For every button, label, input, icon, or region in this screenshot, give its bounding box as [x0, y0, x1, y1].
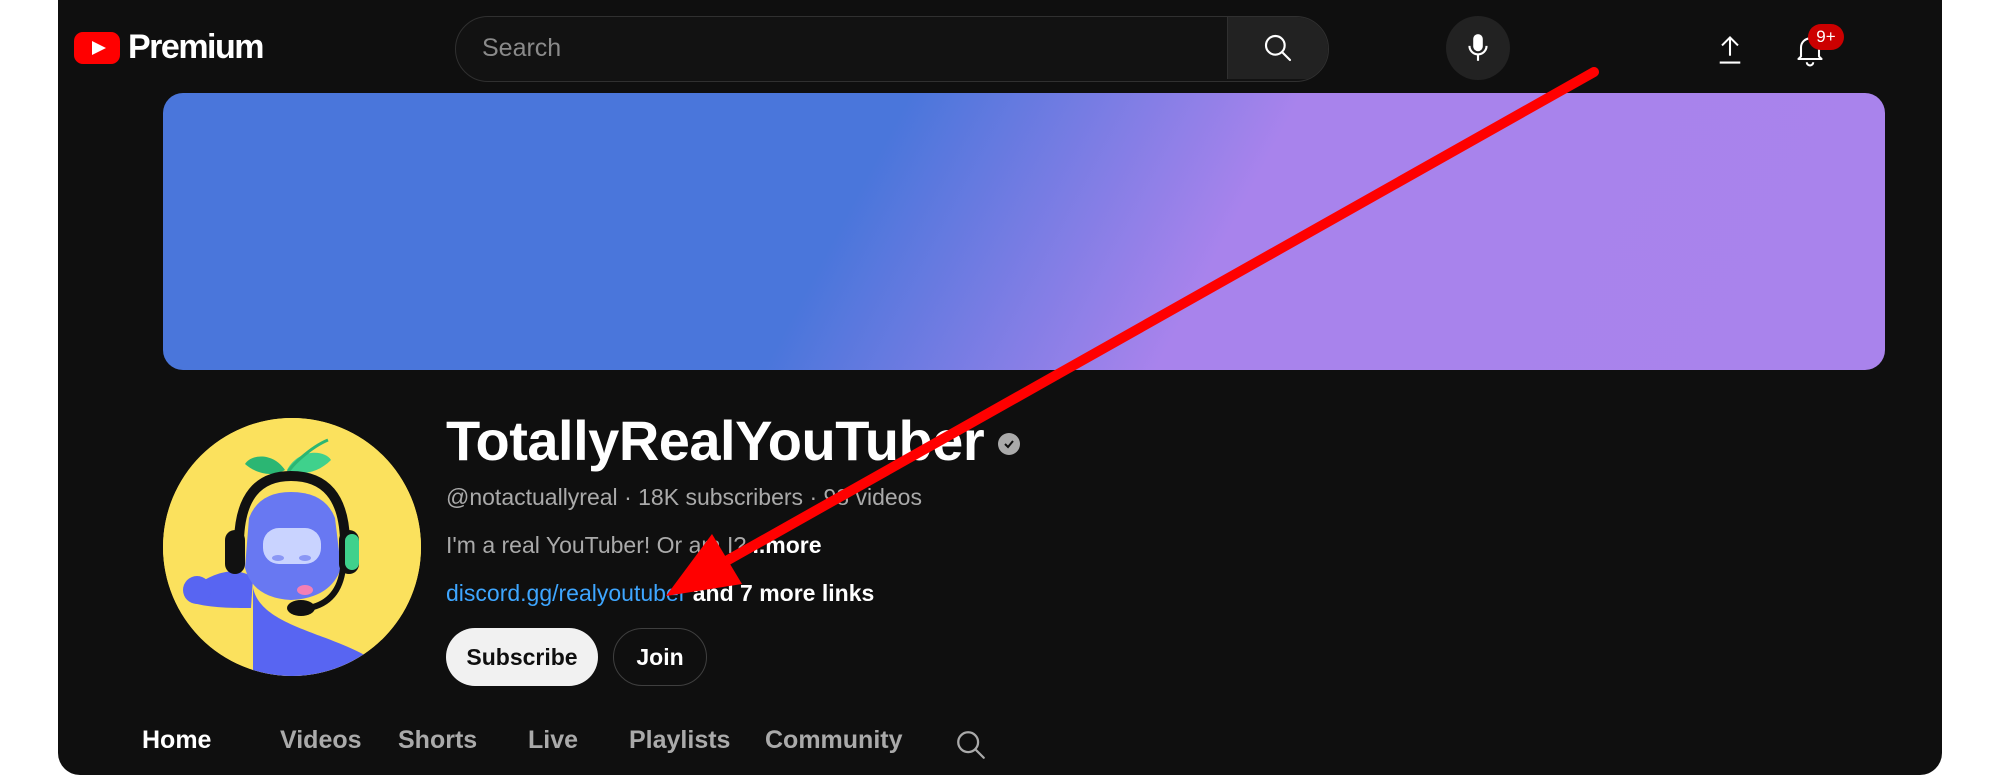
- search-button[interactable]: [1227, 17, 1328, 79]
- discord-link[interactable]: discord.gg/realyoutuber: [446, 580, 686, 606]
- description-more-link[interactable]: ...more: [746, 532, 821, 558]
- channel-title: TotallyRealYouTuber: [446, 408, 1021, 473]
- search-bar: [455, 16, 1329, 82]
- more-links-button[interactable]: and 7 more links: [693, 580, 875, 606]
- youtube-logo-icon: [74, 31, 120, 64]
- video-count: 98 videos: [823, 484, 922, 510]
- microphone-icon: [1468, 34, 1488, 61]
- notification-badge: 9+: [1808, 24, 1844, 50]
- channel-search-icon[interactable]: [954, 728, 988, 762]
- subscriber-count: 18K subscribers: [638, 484, 804, 510]
- channel-meta: @notactuallyreal · 18K subscribers · 98 …: [446, 484, 922, 511]
- voice-search-button[interactable]: [1446, 16, 1510, 80]
- description-text: I'm a real YouTuber! Or am I?: [446, 532, 747, 558]
- youtube-premium-logo[interactable]: Premium: [74, 28, 265, 67]
- channel-avatar[interactable]: [163, 418, 421, 676]
- search-input[interactable]: [456, 17, 1326, 79]
- channel-tabs: Home Videos Shorts Live Playlists Commun…: [58, 726, 1942, 766]
- tab-playlists[interactable]: Playlists: [629, 726, 730, 755]
- upload-button[interactable]: [1706, 26, 1754, 74]
- tab-community[interactable]: Community: [765, 726, 903, 755]
- channel-name-text: TotallyRealYouTuber: [446, 409, 985, 472]
- tab-home[interactable]: Home: [142, 726, 211, 755]
- upload-icon: [1719, 35, 1741, 64]
- channel-links: discord.gg/realyoutuber and 7 more links: [446, 580, 874, 607]
- tab-videos[interactable]: Videos: [280, 726, 362, 755]
- channel-handle: @notactuallyreal: [446, 484, 618, 510]
- subscribe-button[interactable]: Subscribe: [446, 628, 598, 686]
- search-icon: [1264, 34, 1292, 62]
- tab-shorts[interactable]: Shorts: [398, 726, 477, 755]
- join-button[interactable]: Join: [613, 628, 707, 686]
- channel-description[interactable]: I'm a real YouTuber! Or am I?...more: [446, 532, 822, 559]
- tab-live[interactable]: Live: [528, 726, 578, 755]
- verified-icon: [998, 432, 1021, 455]
- separator-dot: ·: [809, 484, 824, 510]
- channel-banner: [163, 93, 1885, 370]
- separator-dot: ·: [624, 484, 639, 510]
- youtube-channel-page: Premium 9+: [58, 0, 1942, 775]
- logo-text: Premium: [128, 28, 265, 66]
- discord-mascot-avatar: [163, 418, 421, 676]
